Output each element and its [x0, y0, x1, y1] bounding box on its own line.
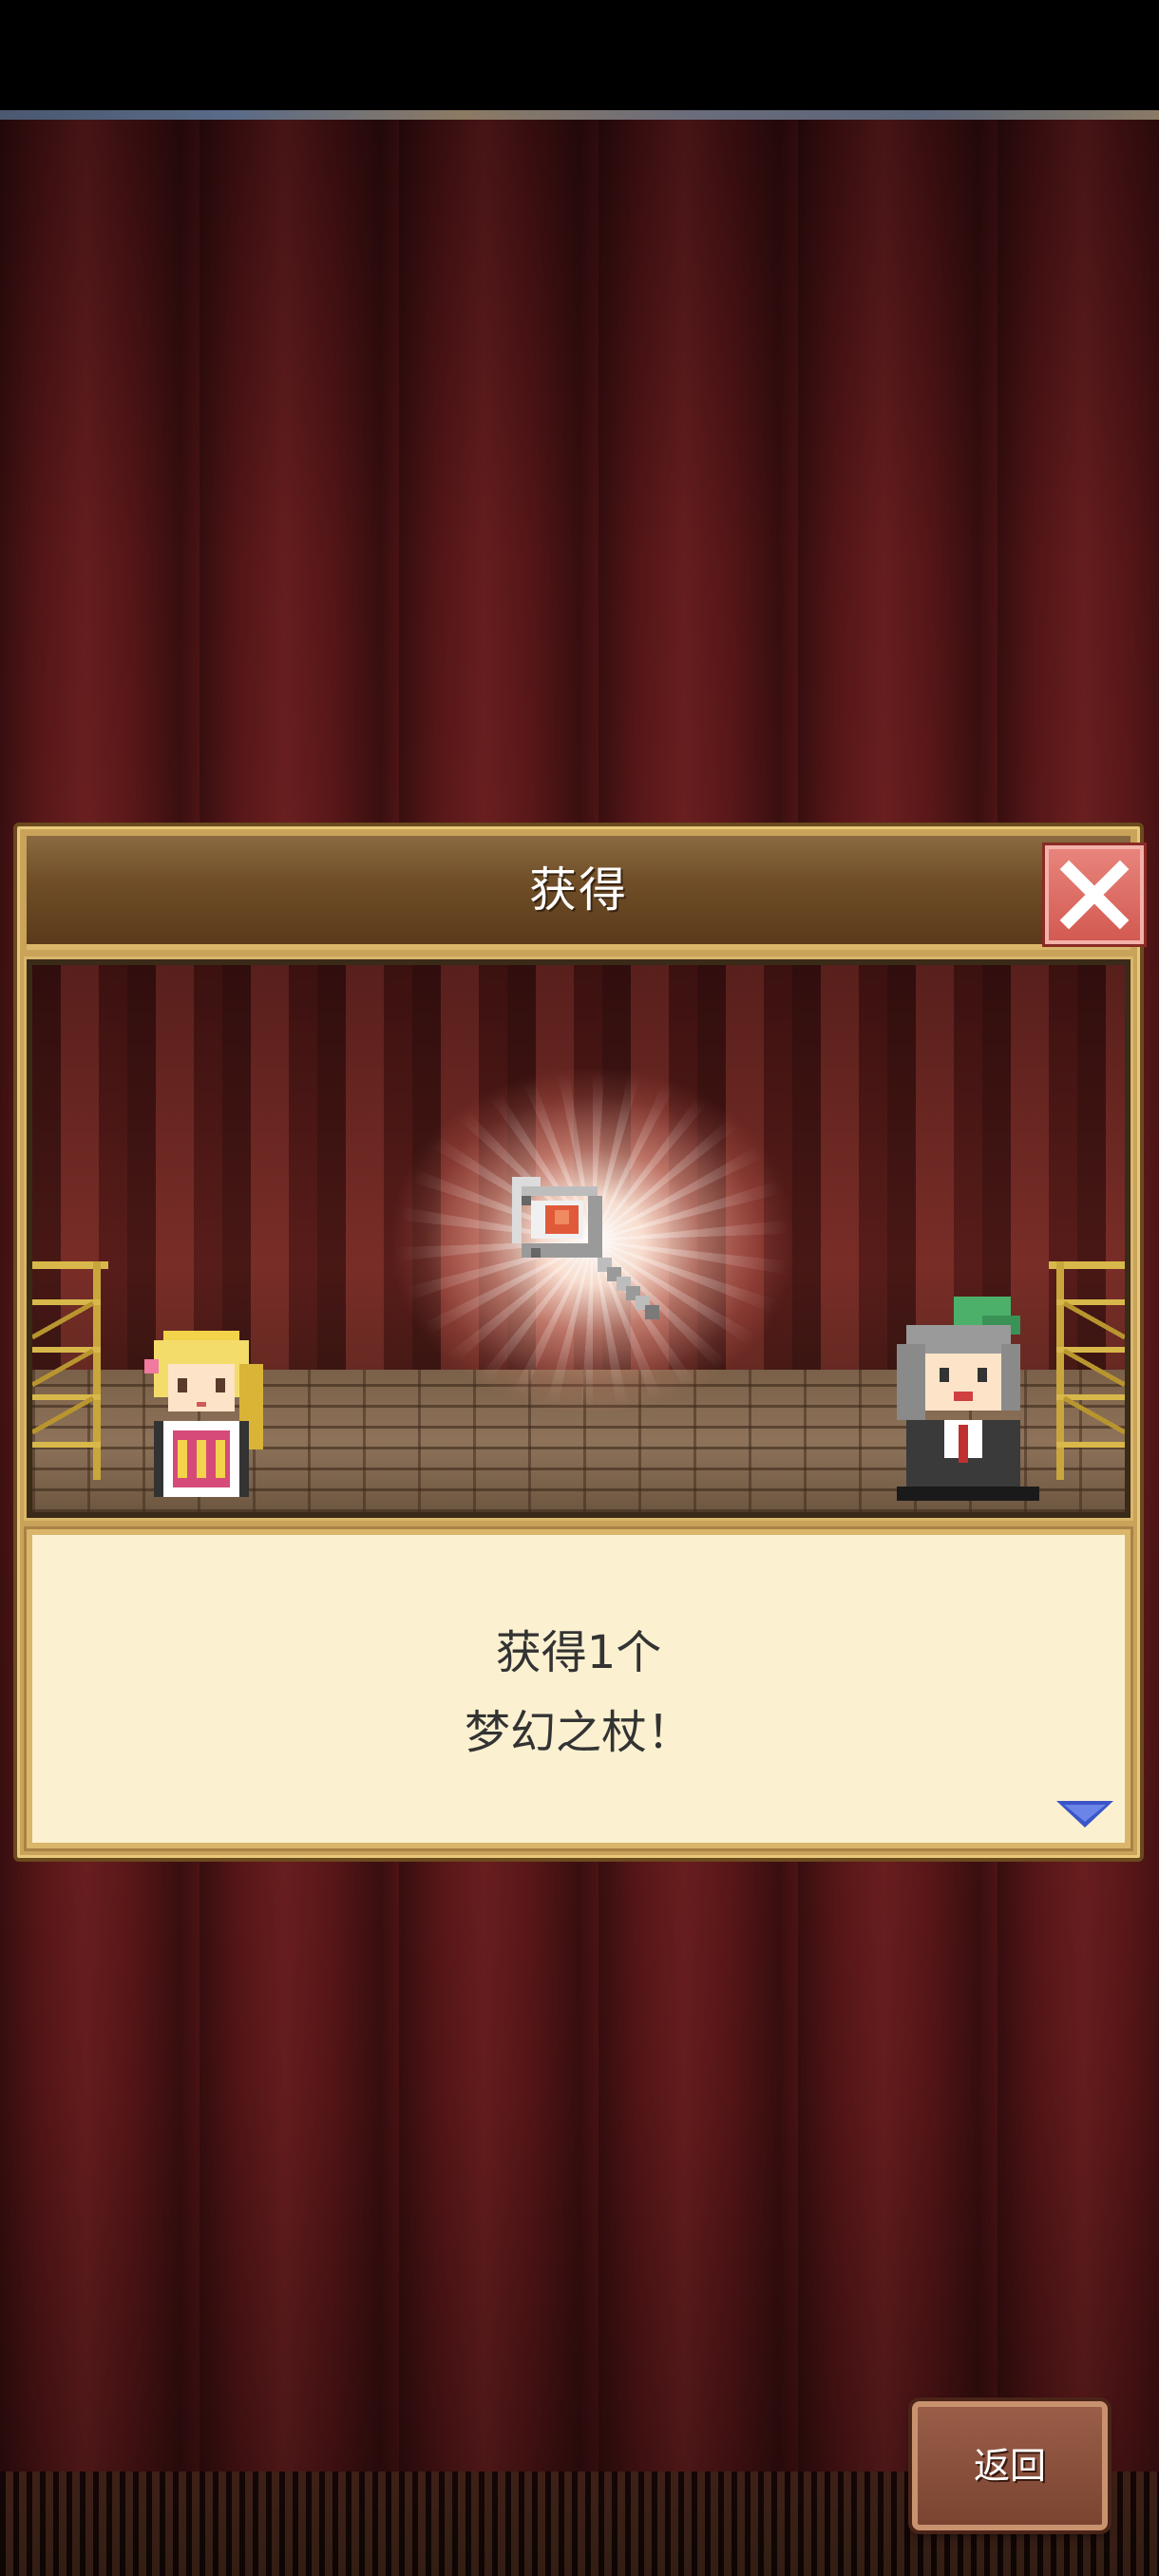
close-button[interactable]: [1045, 845, 1144, 944]
status-bar: [0, 0, 1159, 112]
next-arrow-icon[interactable]: [1054, 1797, 1115, 1831]
gray-haired-man-character: [897, 1297, 1039, 1501]
dialog-title: 获得: [529, 862, 628, 918]
back-button[interactable]: 返回: [912, 2401, 1108, 2530]
reward-dialog: 获得 获得1个 梦幻之杖！: [13, 823, 1144, 1862]
message-line-1: 获得1个: [495, 1626, 662, 1679]
message-box[interactable]: 获得1个 梦幻之杖！: [27, 1529, 1130, 1848]
magic-wand-icon: [512, 1177, 659, 1319]
stage-ladder-right: [1049, 1261, 1125, 1480]
dialog-header: 获得: [27, 836, 1144, 950]
stage-scene: [27, 959, 1130, 1518]
close-icon: [1059, 860, 1130, 930]
status-divider: [0, 110, 1159, 120]
stage-ladder-left: [32, 1261, 108, 1480]
message-line-2: 梦幻之杖！: [464, 1706, 693, 1759]
game-screen: 获得 获得1个 梦幻之杖！ 返回: [0, 0, 1159, 2576]
blonde-girl-character: [144, 1331, 263, 1497]
